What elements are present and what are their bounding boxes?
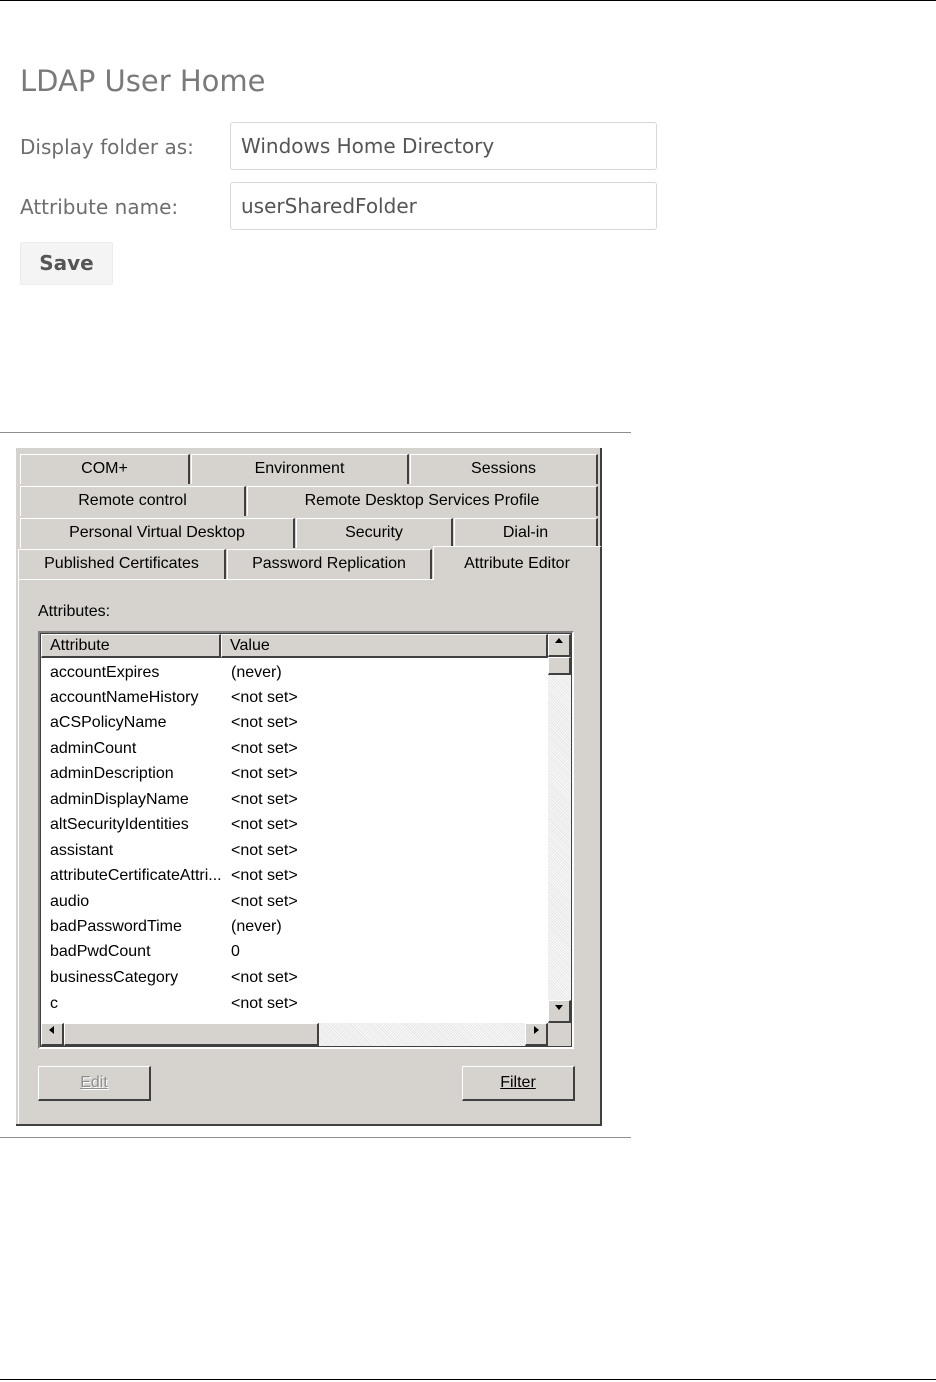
list-item[interactable]: c <not set>: [41, 991, 548, 1016]
attribute-cell: badPasswordTime: [50, 918, 182, 935]
horizontal-scroll-thumb[interactable]: [64, 1023, 319, 1046]
attribute-cell: businessCategory: [50, 969, 179, 986]
scroll-down-button[interactable]: [548, 1000, 571, 1023]
attribute-cell: attributeCertificateAttri...: [50, 867, 222, 884]
tab-security[interactable]: Security: [296, 518, 453, 548]
attribute-name-field[interactable]: userSharedFolder: [230, 182, 657, 230]
vertical-scroll-thumb[interactable]: [548, 657, 571, 675]
triangle-left-icon: [49, 1026, 54, 1034]
list-item[interactable]: badPwdCount 0: [41, 939, 548, 964]
attribute-cell: accountNameHistory: [50, 689, 199, 706]
display-folder-field[interactable]: Windows Home Directory: [230, 122, 657, 170]
attribute-cell: accountExpires: [50, 664, 160, 681]
attribute-cell: c: [50, 995, 58, 1012]
value-cell: 0: [231, 943, 240, 960]
tab-personal-virtual-desktop[interactable]: Personal Virtual Desktop: [20, 518, 295, 548]
tab-remote-control[interactable]: Remote control: [20, 486, 246, 516]
column-header-value[interactable]: Value: [221, 634, 548, 658]
edit-button[interactable]: Edit: [38, 1066, 151, 1101]
list-item[interactable]: businessCategory <not set>: [41, 965, 548, 990]
attribute-cell: aCSPolicyName: [50, 714, 167, 731]
scroll-left-button[interactable]: [41, 1023, 64, 1046]
value-cell: (never): [231, 664, 282, 681]
list-item[interactable]: aCSPolicyName <not set>: [41, 710, 548, 735]
attribute-name-label: Attribute name:: [20, 195, 179, 219]
attribute-cell: badPwdCount: [50, 943, 151, 960]
filter-button-label: Filter: [500, 1074, 536, 1091]
list-item[interactable]: accountExpires (never): [41, 660, 548, 685]
tab-remote-desktop-services-profile[interactable]: Remote Desktop Services Profile: [247, 486, 598, 516]
list-item[interactable]: badPasswordTime (never): [41, 914, 548, 939]
list-item[interactable]: altSecurityIdentities <not set>: [41, 812, 548, 837]
page-top-rule: [0, 0, 936, 1]
tab-password-replication[interactable]: Password Replication: [227, 549, 432, 579]
list-item[interactable]: adminDescription <not set>: [41, 761, 548, 786]
tab-environment[interactable]: Environment: [191, 454, 409, 484]
attribute-cell: altSecurityIdentities: [50, 816, 189, 833]
figure-divider-top: [0, 432, 631, 433]
filter-button[interactable]: Filter: [462, 1066, 575, 1101]
vertical-scrollbar[interactable]: [548, 634, 571, 1023]
edit-button-label: Edit: [80, 1074, 108, 1091]
attribute-cell: adminCount: [50, 740, 137, 757]
value-cell: <not set>: [231, 867, 298, 884]
list-item[interactable]: attributeCertificateAttri... <not set>: [41, 863, 548, 888]
value-cell: <not set>: [231, 740, 298, 757]
scrollbar-corner: [548, 1023, 571, 1046]
attribute-cell: adminDescription: [50, 765, 174, 782]
tab-dial-in[interactable]: Dial-in: [454, 518, 598, 548]
triangle-up-icon: [555, 638, 563, 643]
value-cell: <not set>: [231, 995, 298, 1012]
scroll-right-button[interactable]: [525, 1023, 548, 1046]
value-cell: <not set>: [231, 791, 298, 808]
attribute-cell: audio: [50, 893, 90, 910]
attribute-cell: adminDisplayName: [50, 791, 189, 808]
tab-published-certificates[interactable]: Published Certificates: [18, 549, 226, 579]
tab-sessions[interactable]: Sessions: [410, 454, 598, 484]
triangle-down-icon: [555, 1005, 563, 1010]
section-title: LDAP User Home: [20, 64, 266, 98]
save-button[interactable]: Save: [20, 242, 113, 285]
properties-dialog: COM+ Environment Sessions Remote control…: [16, 448, 602, 1126]
value-cell: (never): [231, 918, 282, 935]
figure-divider-bottom: [0, 1137, 631, 1138]
tab-com-plus[interactable]: COM+: [20, 454, 190, 484]
attribute-cell: assistant: [50, 842, 114, 859]
horizontal-scrollbar[interactable]: [41, 1023, 548, 1046]
scroll-up-button[interactable]: [548, 634, 571, 657]
value-cell: <not set>: [231, 714, 298, 731]
tab-attribute-editor[interactable]: Attribute Editor: [433, 546, 602, 580]
display-folder-label: Display folder as:: [20, 135, 194, 159]
column-header-attribute[interactable]: Attribute: [41, 634, 221, 658]
value-cell: <not set>: [231, 765, 298, 782]
value-cell: <not set>: [231, 969, 298, 986]
list-item[interactable]: adminCount <not set>: [41, 736, 548, 761]
list-item[interactable]: adminDisplayName <not set>: [41, 787, 548, 812]
attributes-list[interactable]: Attribute Value accountExpires (never) ac…: [38, 631, 574, 1049]
list-item[interactable]: audio <not set>: [41, 889, 548, 914]
list-header: Attribute Value: [41, 634, 548, 658]
value-cell: <not set>: [231, 893, 298, 910]
value-cell: <not set>: [231, 689, 298, 706]
value-cell: <not set>: [231, 816, 298, 833]
attributes-label: Attributes:: [38, 603, 111, 620]
triangle-right-icon: [534, 1026, 539, 1034]
list-item[interactable]: accountNameHistory <not set>: [41, 685, 548, 710]
value-cell: <not set>: [231, 842, 298, 859]
page-bottom-rule: [0, 1379, 936, 1380]
list-item[interactable]: assistant <not set>: [41, 838, 548, 863]
